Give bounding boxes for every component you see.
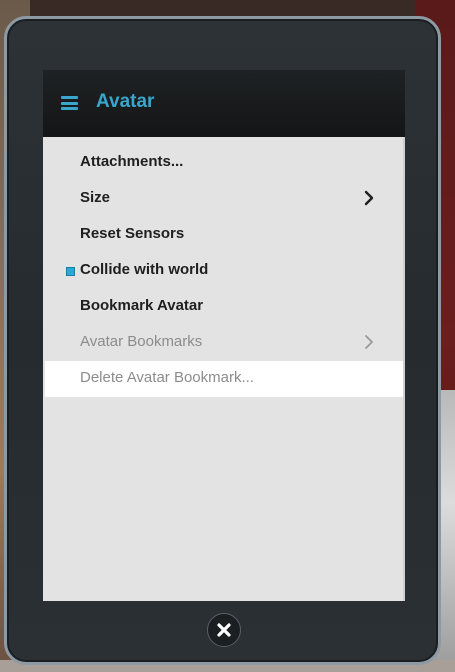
menu-item-label: Avatar Bookmarks <box>80 333 203 350</box>
chevron-right-icon <box>365 335 373 349</box>
menu-item-label: Collide with world <box>80 261 209 278</box>
hamburger-menu-icon[interactable] <box>61 96 78 110</box>
menu-item-size[interactable]: Size <box>43 181 401 217</box>
menu-item-reset-sensors[interactable]: Reset Sensors <box>43 217 401 253</box>
menu-header: Avatar <box>43 70 405 137</box>
close-button[interactable] <box>207 613 241 647</box>
menu-item-label: Bookmark Avatar <box>80 297 204 314</box>
checkmark-icon <box>66 267 75 276</box>
menu-item-collide-with-world[interactable]: Collide with world <box>43 253 401 289</box>
menu-item-label: Attachments... <box>80 153 184 170</box>
page-title: Avatar <box>96 91 155 112</box>
chevron-right-icon <box>364 190 374 206</box>
menu-item-bookmark-avatar[interactable]: Bookmark Avatar <box>43 289 401 325</box>
tablet-screen: Avatar Attachments... Size Reset Sensors… <box>43 70 405 601</box>
menu-item-delete-avatar-bookmark[interactable]: Delete Avatar Bookmark... <box>45 361 403 397</box>
menu-list: Attachments... Size Reset Sensors Collid… <box>43 145 405 397</box>
menu-item-attachments[interactable]: Attachments... <box>43 145 401 181</box>
menu-item-label: Delete Avatar Bookmark... <box>80 369 254 386</box>
close-icon <box>217 623 231 637</box>
menu-item-label: Reset Sensors <box>80 225 185 242</box>
screen-edge <box>403 137 405 601</box>
menu-item-avatar-bookmarks[interactable]: Avatar Bookmarks <box>43 325 401 361</box>
menu-item-label: Size <box>80 189 111 206</box>
